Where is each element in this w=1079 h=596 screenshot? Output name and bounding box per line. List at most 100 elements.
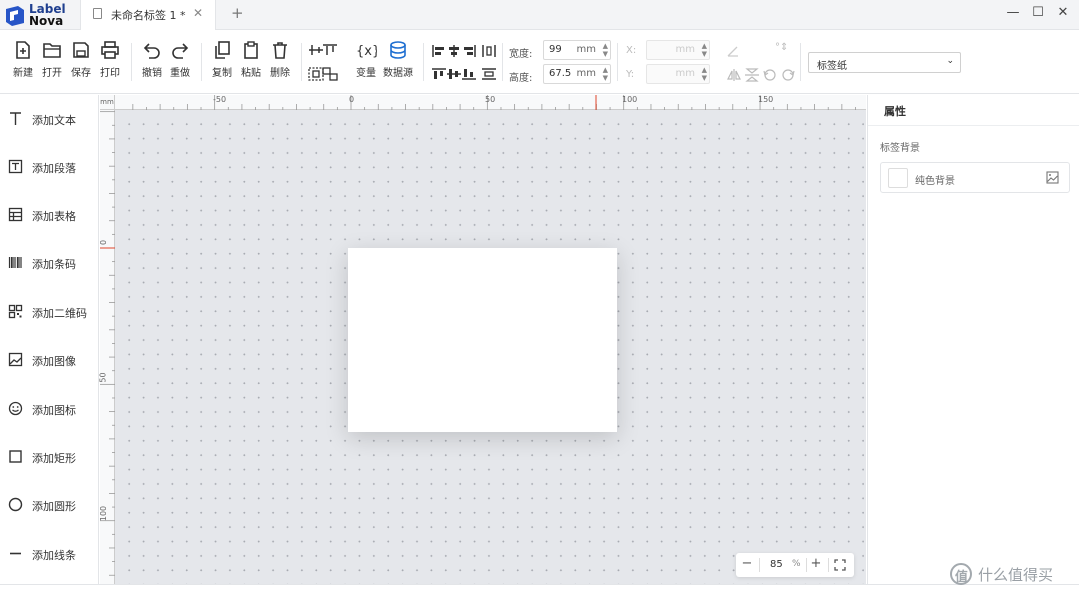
align-middle-icon[interactable] xyxy=(446,67,462,81)
top-ruler: -50 0 50 100 150 xyxy=(100,95,866,110)
left-ruler: 0 50 100 xyxy=(99,110,115,584)
add-tab-button[interactable]: + xyxy=(231,4,244,22)
sidebar-item-label: 添加条码 xyxy=(32,258,76,271)
barcode-icon xyxy=(8,257,22,268)
new-button[interactable]: 新建 xyxy=(9,41,37,79)
paper-select[interactable]: 标签纸 ⌄ xyxy=(808,52,961,73)
sidebar-item-add-image[interactable]: 添加图像 xyxy=(0,348,99,372)
save-label: 保存 xyxy=(71,68,91,79)
circle-icon xyxy=(8,497,23,512)
undo-label: 撤销 xyxy=(142,68,162,79)
flip-vertical-icon[interactable] xyxy=(744,68,760,82)
x-unit: mm xyxy=(675,44,695,55)
delete-label: 删除 xyxy=(270,68,290,79)
sidebar-item-label: 添加圆形 xyxy=(32,500,76,513)
degree-stepper-icon[interactable]: °⇕ xyxy=(775,42,788,53)
zoom-value[interactable]: 85 xyxy=(770,559,783,570)
distribute-horizontal-icon[interactable] xyxy=(481,44,497,58)
paste-button[interactable]: 粘贴 xyxy=(237,41,265,79)
open-label: 打开 xyxy=(42,68,62,79)
stepper-icon[interactable]: ▲ ▼ xyxy=(603,66,608,82)
stepper-icon[interactable]: ▲ ▼ xyxy=(603,42,608,58)
rectangle-icon xyxy=(9,450,22,463)
zoom-in-button[interactable]: + xyxy=(808,556,824,571)
new-file-icon xyxy=(16,41,30,59)
align-bottom-icon[interactable] xyxy=(461,67,477,81)
title-bar: Label Nova 未命名标签 1 * ✕ + — ☐ ✕ xyxy=(0,0,1079,30)
design-canvas[interactable]: -50 0 50 100 150 0 50 100 mm − 85 % + xyxy=(99,95,866,584)
distribute-vertical-icon[interactable] xyxy=(481,67,497,81)
sidebar-item-add-icon[interactable]: 添加图标 xyxy=(0,397,99,421)
background-setting[interactable]: 纯色背景 xyxy=(880,162,1070,193)
stepper-icon[interactable]: ▲ ▼ xyxy=(702,42,707,58)
redo-icon xyxy=(172,43,189,59)
align-top-icon[interactable] xyxy=(322,43,338,57)
clipboard-icon xyxy=(244,41,258,59)
x-input[interactable]: mm ▲ ▼ xyxy=(646,40,710,60)
save-button[interactable]: 保存 xyxy=(67,41,95,79)
chevron-down-icon: ⌄ xyxy=(946,56,954,66)
align-left-icon[interactable] xyxy=(431,44,447,58)
zoom-out-button[interactable]: − xyxy=(739,556,755,571)
document-tab[interactable]: 未命名标签 1 * ✕ xyxy=(80,0,216,30)
toolbar-divider xyxy=(201,43,202,81)
variable-label: 变量 xyxy=(356,68,376,79)
rotate-right-icon[interactable] xyxy=(780,68,796,82)
redo-button[interactable]: 重做 xyxy=(166,41,194,79)
ungroup-icon[interactable] xyxy=(322,67,338,81)
sidebar-item-label: 添加图标 xyxy=(32,404,76,417)
sidebar-item-add-circle[interactable]: 添加圆形 xyxy=(0,493,99,517)
height-input[interactable]: 67.5 mm ▲ ▼ xyxy=(543,64,611,84)
flip-horizontal-icon[interactable] xyxy=(726,68,742,82)
color-swatch[interactable] xyxy=(888,168,908,188)
delete-button[interactable]: 删除 xyxy=(266,41,294,79)
variable-button[interactable]: {x} 变量 xyxy=(349,41,383,79)
label-background-heading: 标签背景 xyxy=(880,143,920,154)
sidebar-item-add-paragraph[interactable]: 添加段落 xyxy=(0,155,99,179)
zoom-divider xyxy=(759,558,760,572)
element-sidebar: 添加文本 添加段落 添加表格 添加条码 添加二维码 添加图像 添加图标 添加矩形… xyxy=(0,95,99,596)
svg-text:{x}: {x} xyxy=(356,44,377,59)
ruler-tick-label: 50 xyxy=(485,95,496,104)
sidebar-item-add-text[interactable]: 添加文本 xyxy=(0,107,99,131)
width-value: 99 xyxy=(549,44,562,55)
watermark: 值 什么值得买 xyxy=(950,562,1074,586)
align-right-icon[interactable] xyxy=(461,44,477,58)
datasource-button[interactable]: 数据源 xyxy=(381,41,415,79)
ruler-unit: mm xyxy=(100,95,115,110)
width-input[interactable]: 99 mm ▲ ▼ xyxy=(543,40,611,60)
sidebar-item-label: 添加图像 xyxy=(32,355,76,368)
watermark-badge: 值 xyxy=(950,563,972,585)
y-input[interactable]: mm ▲ ▼ xyxy=(646,64,710,84)
align-horizontal-center-icon[interactable] xyxy=(446,44,462,58)
align-top-edge-icon[interactable] xyxy=(431,67,447,81)
maximize-icon[interactable]: ☐ xyxy=(1030,5,1046,20)
undo-button[interactable]: 撤销 xyxy=(138,41,166,79)
folder-icon xyxy=(43,43,61,58)
close-window-icon[interactable]: ✕ xyxy=(1055,5,1071,20)
undo-icon xyxy=(143,43,160,59)
sidebar-item-add-table[interactable]: 添加表格 xyxy=(0,203,99,227)
trash-icon xyxy=(273,42,287,59)
smiley-icon xyxy=(8,401,23,416)
rotate-left-icon[interactable] xyxy=(762,68,778,82)
sidebar-item-add-rectangle[interactable]: 添加矩形 xyxy=(0,445,99,469)
new-label: 新建 xyxy=(13,68,33,79)
image-icon xyxy=(8,352,23,367)
stepper-icon[interactable]: ▲ ▼ xyxy=(702,66,707,82)
label-paper[interactable] xyxy=(348,248,617,432)
sidebar-item-add-line[interactable]: 添加线条 xyxy=(0,542,99,566)
paste-label: 粘贴 xyxy=(241,68,261,79)
toolbar-divider xyxy=(301,43,302,81)
minimize-icon[interactable]: — xyxy=(1005,5,1021,20)
close-tab-icon[interactable]: ✕ xyxy=(193,6,203,20)
paper-select-value: 标签纸 xyxy=(817,61,847,72)
image-upload-icon[interactable] xyxy=(1046,171,1059,184)
copy-button[interactable]: 复制 xyxy=(208,41,236,79)
print-button[interactable]: 打印 xyxy=(96,41,124,79)
fullscreen-icon[interactable] xyxy=(834,559,846,571)
sidebar-item-add-qrcode[interactable]: 添加二维码 xyxy=(0,300,99,324)
ruler-tick-label: -50 xyxy=(213,95,227,104)
open-button[interactable]: 打开 xyxy=(38,41,66,79)
sidebar-item-add-barcode[interactable]: 添加条码 xyxy=(0,251,99,275)
